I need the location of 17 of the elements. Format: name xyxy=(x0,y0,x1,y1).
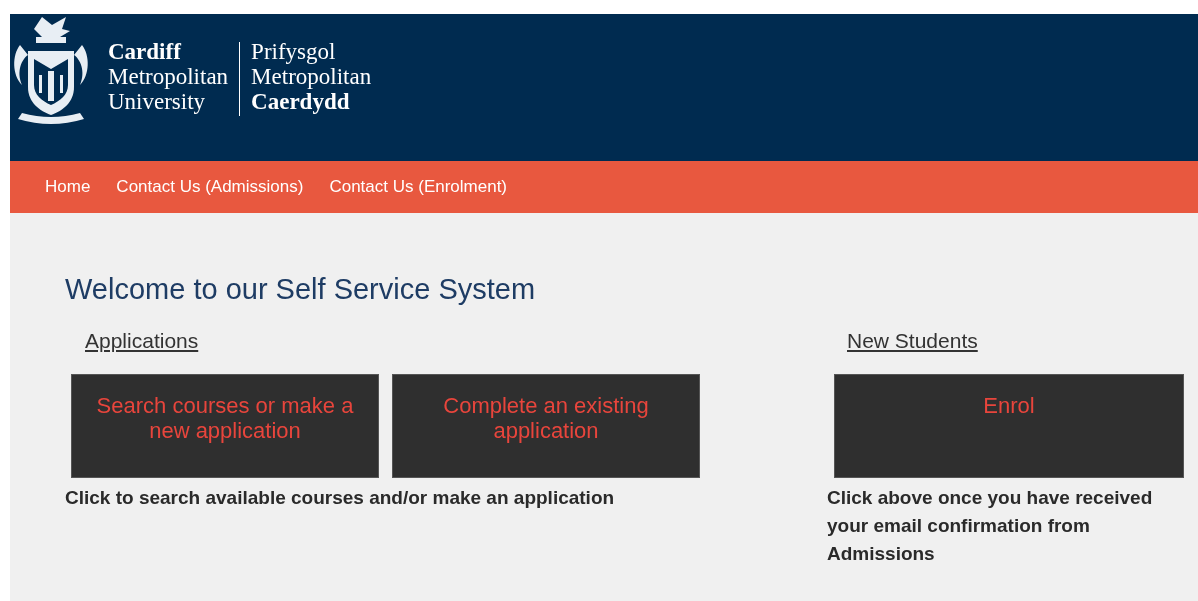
logo-text: Cardiff xyxy=(108,39,181,64)
logo-text: Metropolitan xyxy=(108,64,229,89)
nav-link[interactable]: Home xyxy=(45,174,91,200)
nav-link[interactable]: Contact Us (Admissions) xyxy=(116,174,304,200)
logo-text: Caerdydd xyxy=(251,89,350,114)
logo-text: Prifysgol xyxy=(251,39,336,64)
page-heading: Welcome to our Self Service System xyxy=(65,272,536,307)
action-button[interactable]: Complete an existing application xyxy=(392,374,700,478)
logo-text: Metropolitan xyxy=(251,64,372,89)
caption-text: Click above once you have received your email confirmation from Admissions xyxy=(827,486,1154,566)
section-link[interactable]: New Students xyxy=(847,328,978,354)
caption-text: Click to search available courses and/or make an application xyxy=(65,486,615,510)
section-link[interactable]: Applications xyxy=(85,328,199,354)
logo-text: University xyxy=(108,89,206,114)
action-button[interactable]: Search courses or make a new application xyxy=(71,374,379,478)
action-button[interactable]: Enrol xyxy=(834,374,1184,478)
nav-link[interactable]: Contact Us (Enrolment) xyxy=(329,174,508,200)
